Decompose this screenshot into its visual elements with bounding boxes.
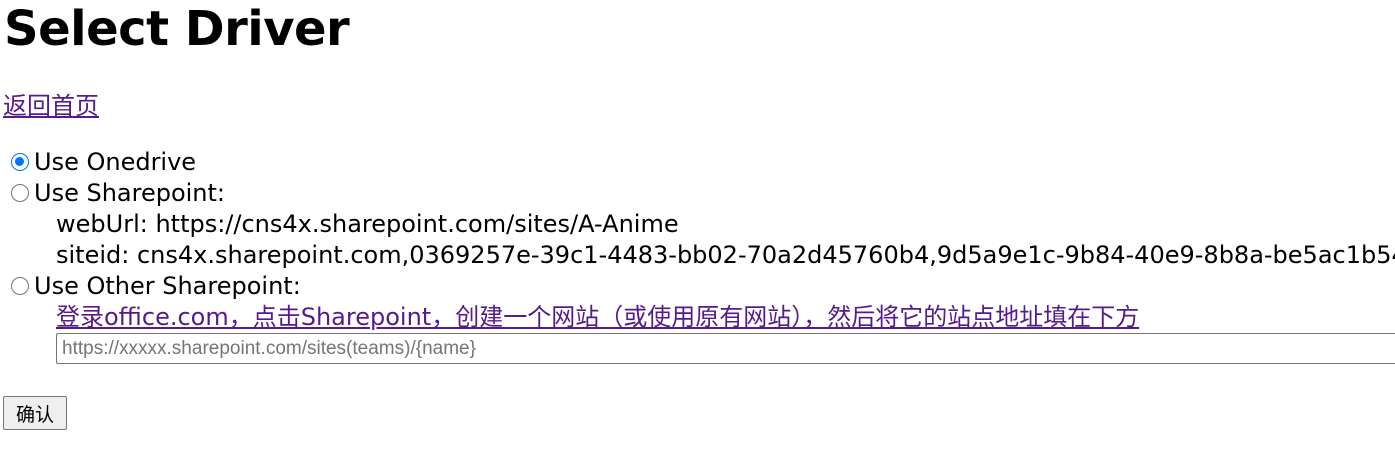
other-sharepoint-option-label: Use Other Sharepoint: xyxy=(34,272,301,300)
other-sharepoint-radio[interactable] xyxy=(11,277,29,295)
onedrive-option[interactable]: Use Onedrive xyxy=(11,147,196,177)
sharepoint-option[interactable]: Use Sharepoint: xyxy=(11,178,225,208)
sharepoint-option-label: Use Sharepoint: xyxy=(34,179,226,207)
select-driver-page: Select Driver 返回首页 Use Onedrive Use Shar… xyxy=(0,0,1395,454)
sharepoint-siteid: siteid: cns4x.sharepoint.com,0369257e-39… xyxy=(56,241,1395,269)
sharepoint-site-url-input[interactable] xyxy=(56,333,1395,364)
other-sharepoint-option[interactable]: Use Other Sharepoint: xyxy=(11,271,301,301)
office-guide-link[interactable]: 登录office.com，点击Sharepoint，创建一个网站（或使用原有网站… xyxy=(56,302,1139,332)
onedrive-option-label: Use Onedrive xyxy=(34,148,197,176)
confirm-button[interactable]: 确认 xyxy=(3,396,67,430)
onedrive-radio[interactable] xyxy=(11,153,29,171)
home-link[interactable]: 返回首页 xyxy=(3,91,99,121)
sharepoint-radio[interactable] xyxy=(11,184,29,202)
page-title: Select Driver xyxy=(4,1,350,57)
sharepoint-weburl: webUrl: https://cns4x.sharepoint.com/sit… xyxy=(56,210,679,238)
